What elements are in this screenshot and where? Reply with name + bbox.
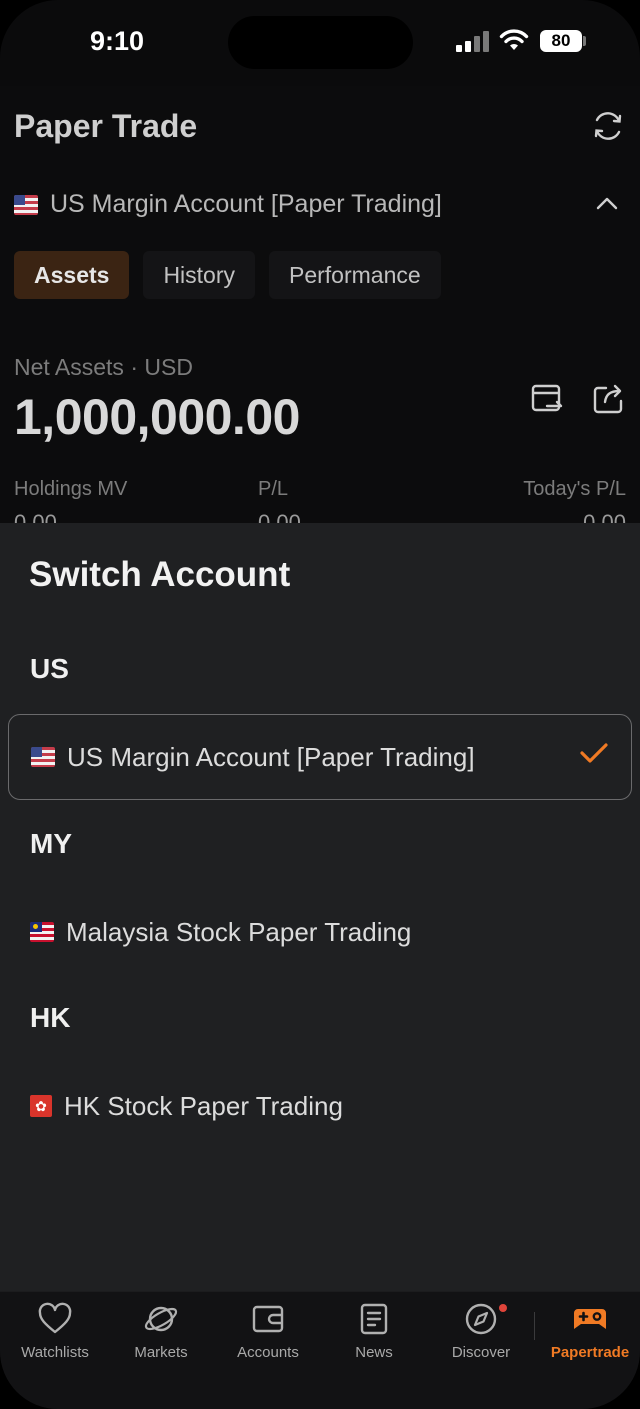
tab-label: Watchlists	[21, 1344, 89, 1361]
news-icon	[360, 1303, 388, 1335]
tab-assets[interactable]: Assets	[14, 251, 130, 299]
battery-icon: 80	[540, 30, 582, 52]
account-selector[interactable]: US Margin Account [Paper Trading]	[14, 190, 442, 219]
section-hk: HK	[30, 1002, 71, 1033]
tab-markets[interactable]: Markets	[108, 1300, 214, 1361]
todays-pl-label: Today's P/L	[523, 478, 626, 500]
malaysia-flag-icon	[30, 922, 54, 942]
tab-papertrade[interactable]: Papertrade	[537, 1300, 640, 1361]
net-assets-value: 1,000,000.00	[14, 389, 300, 445]
tab-history[interactable]: History	[143, 251, 255, 299]
account-option-hk[interactable]: ✿ HK Stock Paper Trading	[8, 1063, 632, 1149]
tab-performance[interactable]: Performance	[269, 251, 441, 299]
wifi-icon	[499, 29, 529, 50]
tab-label: Markets	[134, 1344, 188, 1361]
section-my: MY	[30, 828, 72, 859]
switch-account-sheet: Switch Account US US Margin Account [Pap…	[0, 523, 640, 1291]
account-option-us-margin[interactable]: US Margin Account [Paper Trading]	[8, 714, 632, 800]
dynamic-island	[228, 16, 413, 69]
account-selector-label: US Margin Account [Paper Trading]	[50, 190, 442, 218]
checkmark-icon	[580, 743, 608, 763]
phone-screen: 9:10 80 Paper Trade US Margin Account [P…	[0, 0, 640, 1409]
gamepad-icon	[574, 1309, 606, 1329]
tab-label: Discover	[451, 1344, 511, 1361]
us-flag-icon	[31, 747, 55, 767]
page-title: Paper Trade	[14, 108, 198, 144]
cellular-signal-icon	[456, 30, 490, 52]
tab-watchlists[interactable]: Watchlists	[2, 1300, 108, 1361]
pl-label: P/L	[258, 478, 289, 500]
planet-icon	[144, 1306, 178, 1332]
status-time: 9:10	[90, 26, 145, 56]
heart-icon	[38, 1302, 72, 1334]
compass-icon	[465, 1303, 497, 1335]
battery-tip	[583, 36, 586, 46]
tab-accounts[interactable]: Accounts	[215, 1300, 321, 1361]
paper-trade-page: Paper Trade US Margin Account [Paper Tra…	[0, 86, 640, 535]
account-option-label: US Margin Account [Paper Trading]	[67, 741, 475, 772]
tab-divider	[534, 1312, 535, 1340]
account-option-malaysia[interactable]: Malaysia Stock Paper Trading	[8, 889, 632, 975]
share-icon[interactable]	[592, 382, 626, 416]
section-us: US	[30, 653, 69, 684]
us-flag-icon	[14, 194, 38, 215]
transfer-icon[interactable]	[530, 382, 564, 416]
bottom-tab-bar: Watchlists Markets Accounts News Discove…	[0, 1291, 640, 1409]
tab-discover[interactable]: Discover	[428, 1300, 534, 1361]
chevron-up-icon[interactable]	[596, 196, 618, 210]
sheet-title: Switch Account	[29, 555, 291, 594]
wallet-icon	[252, 1305, 284, 1333]
tab-label: Papertrade	[550, 1344, 630, 1361]
notification-dot	[499, 1304, 507, 1312]
status-bar: 9:10 80	[0, 0, 640, 86]
tab-label: News	[355, 1344, 393, 1361]
refresh-icon[interactable]	[590, 108, 626, 144]
account-option-label: HK Stock Paper Trading	[64, 1090, 343, 1121]
account-option-label: Malaysia Stock Paper Trading	[66, 916, 412, 947]
hong-kong-flag-icon: ✿	[30, 1095, 52, 1117]
net-assets-label: Net Assets · USD	[14, 354, 193, 380]
tab-label: Accounts	[237, 1344, 299, 1361]
tab-news[interactable]: News	[321, 1300, 427, 1361]
account-tabs: Assets History Performance	[14, 251, 455, 299]
holdings-mv-label: Holdings MV	[14, 478, 128, 500]
